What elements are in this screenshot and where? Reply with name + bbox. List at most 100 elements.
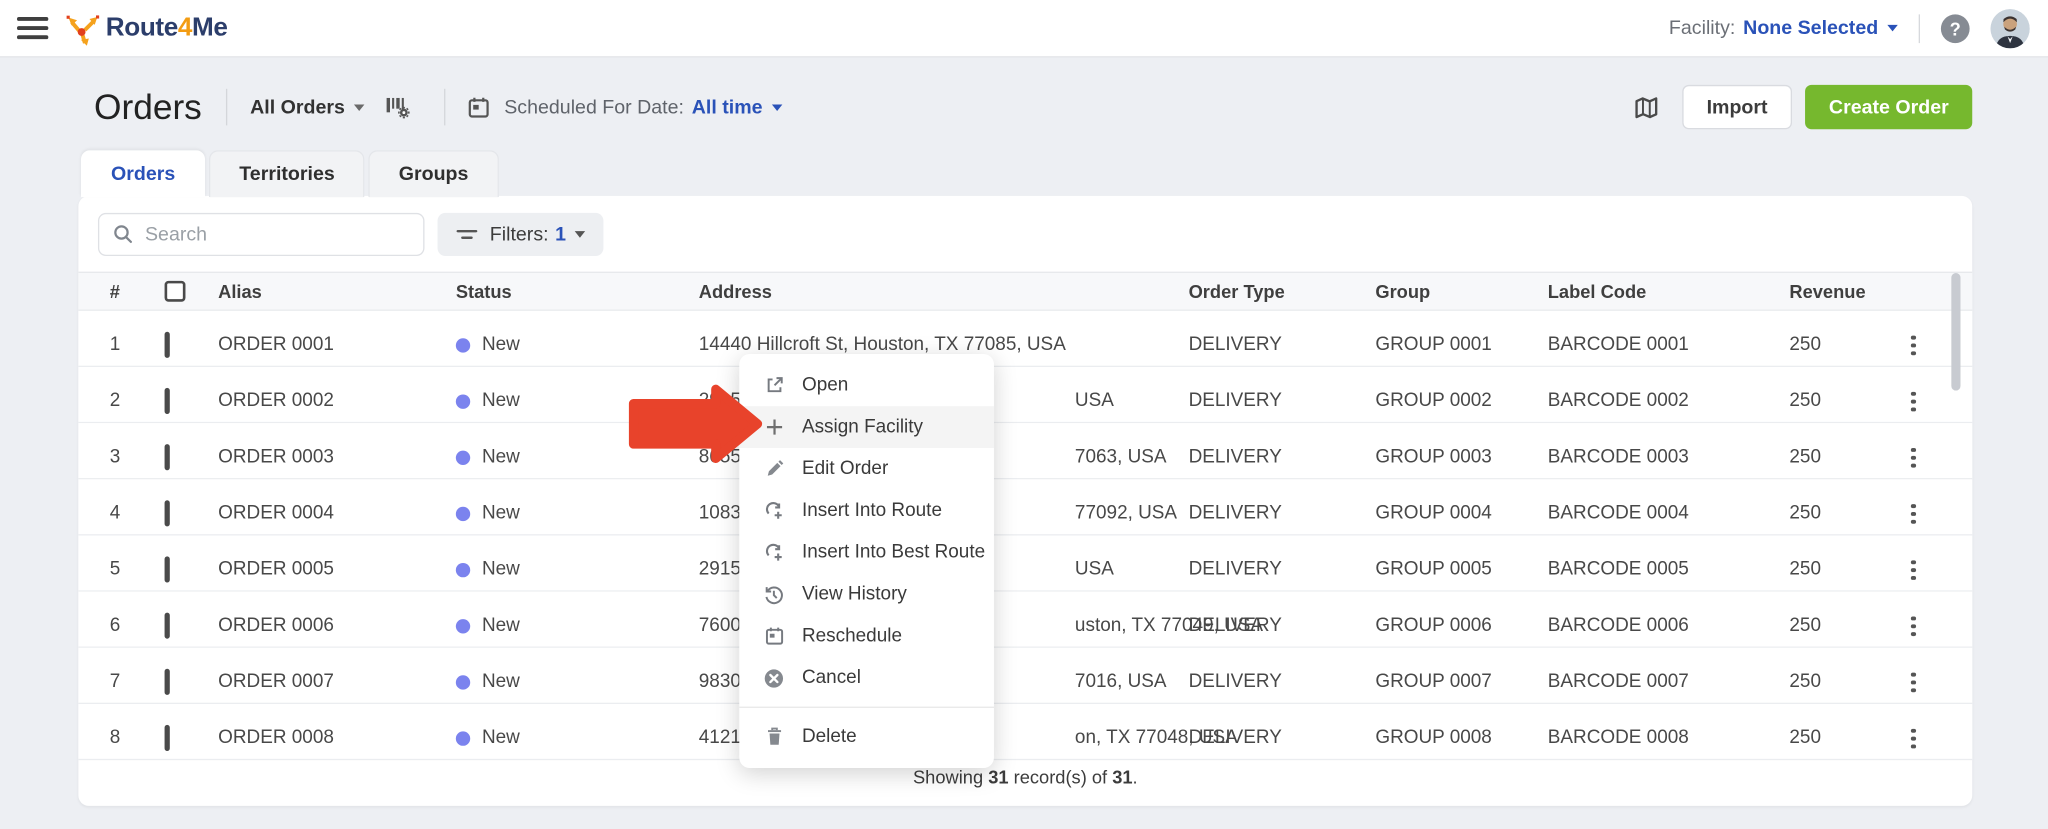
col-status: Status [455,280,512,302]
table-row: 1 ORDER 0001 New 14440 Hillcroft St, Housto… [78,310,1973,368]
search-input[interactable] [144,223,424,246]
address-text: 7600 [698,615,741,637]
red-arrow-annotation [628,384,763,464]
menu-item-edit-order[interactable]: Edit Order [739,448,994,490]
facility-selector[interactable]: None Selected [1743,17,1898,39]
table-row: 7 ORDER 0007 New 9830 7016, USA DELIVERY GROUP… [78,647,1973,704]
map-icon[interactable] [1632,93,1659,120]
row-number: 1 [109,334,121,356]
status-dot [455,338,471,353]
search-icon [114,225,132,244]
order-alias: ORDER 0004 [218,503,334,525]
select-all-checkbox[interactable] [164,280,186,302]
status-label: New [481,391,520,412]
menu-item-assign-facility[interactable]: Assign Facility [739,406,994,448]
orders-filter-dropdown[interactable]: All Orders [250,96,365,118]
row-checkbox[interactable] [164,613,170,640]
status-dot [455,450,471,465]
status-label: New [481,447,520,469]
menu-item-label: Assign Facility [801,416,923,438]
row-checkbox[interactable] [164,388,170,415]
table-row: 4 ORDER 0004 New 1083 77092, USA DELIVERY GROU… [78,479,1973,536]
menu-item-insert-into-route[interactable]: Insert Into Route [739,490,994,532]
hamburger-menu-icon[interactable] [16,12,49,44]
facility-label: Facility: [1668,16,1736,40]
scheduled-date-dropdown[interactable]: All time [692,96,783,118]
order-revenue: 250 [1789,671,1821,693]
order-label-code: BARCODE 0004 [1547,503,1689,525]
barcode-settings-icon[interactable] [383,92,413,122]
address-text-continued: 7016, USA [1074,671,1167,693]
order-type: DELIVERY [1188,447,1282,469]
address-text-continued: 77092, USA [1074,503,1178,525]
order-revenue: 250 [1789,728,1821,749]
help-button[interactable]: ? [1940,13,1970,43]
address-text-continued: 7063, USA [1074,447,1167,469]
status-dot [455,675,471,690]
row-checkbox[interactable] [164,669,170,696]
record-count-status: Showing 31 record(s) of 31. [912,766,1138,788]
order-alias: ORDER 0003 [218,447,334,469]
row-checkbox[interactable] [164,556,170,584]
order-label-code: BARCODE 0003 [1547,447,1689,469]
order-label-code: BARCODE 0008 [1547,728,1689,749]
row-number: 7 [109,671,121,693]
row-checkbox[interactable] [164,500,170,527]
menu-item-open[interactable]: Open [739,364,994,406]
order-status: New [455,616,699,637]
row-number: 4 [109,503,121,525]
menu-item-label: Insert Into Route [801,500,942,522]
row-actions-kebab-icon[interactable] [1887,701,1939,775]
order-label-code: BARCODE 0001 [1547,334,1689,356]
import-button[interactable]: Import [1681,84,1793,130]
order-alias: ORDER 0005 [218,559,334,581]
order-group: GROUP 0001 [1375,334,1492,356]
divider [225,88,227,126]
create-order-button[interactable]: Create Order [1805,84,1973,130]
order-group: GROUP 0008 [1375,728,1492,749]
order-alias: ORDER 0002 [218,391,334,412]
row-checkbox[interactable] [164,725,170,752]
table-row: 2ORDER 0002New2915USADELIVERYGROUP 0002B… [78,367,1973,424]
order-revenue: 250 [1789,447,1821,469]
menu-divider [739,706,994,708]
order-group: GROUP 0006 [1375,615,1492,637]
order-group: GROUP 0002 [1375,391,1492,412]
vertical-scrollbar[interactable] [1951,272,1961,391]
menu-item-cancel[interactable]: Cancel [739,657,994,699]
tab-orders[interactable]: Orders [80,150,206,198]
status-label: New [481,671,520,693]
user-avatar[interactable] [1990,8,2030,48]
menu-item-label: Delete [801,726,857,748]
address-text-continued: USA [1074,559,1114,581]
order-group: GROUP 0004 [1375,503,1492,525]
scheduled-for-date-label: Scheduled For Date: [504,95,684,119]
row-checkbox[interactable] [164,444,170,471]
tab-territories[interactable]: Territories [209,150,365,198]
order-status: New [455,503,699,524]
status-label: New [481,334,520,356]
menu-item-label: Edit Order [801,458,889,480]
calendar-icon [763,625,785,647]
chevron-down-icon [354,103,365,111]
search-box [97,212,425,256]
tab-groups[interactable]: Groups [368,150,499,198]
order-group: GROUP 0005 [1375,559,1492,581]
cancel-icon [763,667,785,689]
order-type: DELIVERY [1188,559,1282,581]
status-label: New [481,728,520,749]
divider [444,88,446,126]
status-dot [455,562,471,578]
order-label-code: BARCODE 0006 [1547,615,1689,637]
order-label-code: BARCODE 0002 [1547,391,1689,412]
menu-item-label: View History [801,583,907,605]
menu-item-delete[interactable]: Delete [739,716,994,758]
filters-dropdown[interactable]: Filters: 1 [437,212,604,256]
row-checkbox[interactable] [164,332,170,359]
order-revenue: 250 [1789,503,1821,525]
menu-item-reschedule[interactable]: Reschedule [739,615,994,657]
order-alias: ORDER 0001 [218,334,334,356]
order-status: New [455,728,699,749]
menu-item-view-history[interactable]: View History [739,573,994,615]
menu-item-insert-into-best-route[interactable]: Insert Into Best Route [739,532,994,574]
